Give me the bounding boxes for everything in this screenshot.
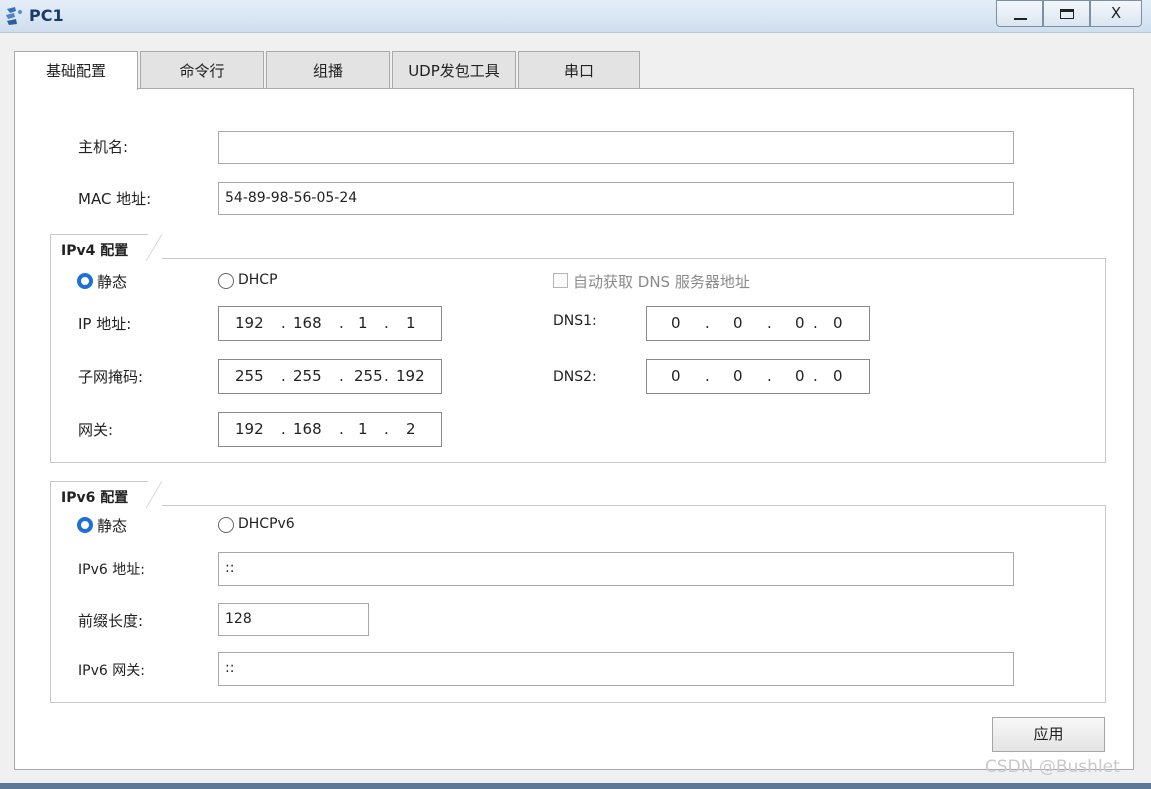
mask-octet-1: 255 — [235, 367, 264, 385]
maximize-button[interactable] — [1043, 0, 1090, 27]
dns1-octet-2: 0 — [733, 314, 743, 332]
auto-dns-label: 自动获取 DNS 服务器地址 — [573, 273, 750, 291]
dns1-input[interactable]: 0 . 0 . 0 . 0 — [646, 306, 870, 341]
ipv4-dhcp-label: DHCP — [238, 272, 278, 288]
dns1-octet-3: 0 — [795, 314, 805, 332]
ip-dot: . — [767, 314, 772, 332]
prefix-length-label: 前缀长度: — [78, 612, 144, 630]
maximize-icon — [1060, 9, 1074, 19]
apply-button[interactable]: 应用 — [992, 717, 1105, 752]
ip-dot: . — [339, 420, 344, 438]
hostname-label: 主机名: — [78, 138, 129, 156]
gw-octet-3: 1 — [358, 420, 368, 438]
hostname-input[interactable] — [218, 131, 1014, 164]
ip-dot: . — [384, 420, 389, 438]
dns1-octet-4: 0 — [833, 314, 843, 332]
ip-dot: . — [705, 314, 710, 332]
ip-dot: . — [384, 314, 389, 332]
ipv4-static-radio[interactable] — [77, 273, 93, 289]
gw-octet-4: 2 — [406, 420, 416, 438]
ipv6-gateway-label: IPv6 网关: — [78, 663, 145, 679]
ipv6-dhcpv6-label: DHCPv6 — [238, 516, 295, 532]
minimize-icon — [1014, 18, 1027, 20]
ip-dot: . — [384, 367, 389, 385]
ipv6-gateway-input[interactable]: :: — [218, 652, 1014, 686]
ip-octet-3: 1 — [358, 314, 368, 332]
gateway-input[interactable]: 192 . 168 . 1 . 2 — [218, 412, 442, 447]
ipv6-group-title-text: IPv6 配置 — [61, 490, 129, 506]
ipv6-address-input[interactable]: :: — [218, 552, 1014, 586]
mac-address-field[interactable]: 54-89-98-56-05-24 — [218, 182, 1014, 215]
gateway-label: 网关: — [78, 421, 114, 439]
ip-dot: . — [813, 314, 818, 332]
tab-udp-tool[interactable]: UDP发包工具 — [392, 51, 516, 89]
ip-dot: . — [767, 367, 772, 385]
mask-octet-3: 255 — [354, 367, 383, 385]
dns2-octet-2: 0 — [733, 367, 743, 385]
window-bottom-edge — [0, 783, 1151, 789]
ip-dot: . — [281, 367, 286, 385]
title-bar: PC1 X — [0, 0, 1151, 33]
minimize-button[interactable] — [996, 0, 1043, 27]
ip-octet-1: 192 — [235, 314, 264, 332]
subnet-mask-label: 子网掩码: — [78, 368, 144, 386]
ipv4-dhcp-radio[interactable] — [218, 273, 234, 289]
prefix-length-input[interactable]: 128 — [218, 603, 369, 636]
ip-dot: . — [281, 314, 286, 332]
ip-address-label: IP 地址: — [78, 315, 132, 333]
gw-octet-1: 192 — [235, 420, 264, 438]
tab-basic-config[interactable]: 基础配置 — [14, 51, 138, 90]
watermark: CSDN @Bushlet — [985, 757, 1120, 777]
tab-serial[interactable]: 串口 — [518, 51, 640, 89]
gw-octet-2: 168 — [293, 420, 322, 438]
dns2-input[interactable]: 0 . 0 . 0 . 0 — [646, 359, 870, 394]
ipv4-group-title: IPv4 配置 — [50, 234, 162, 261]
mask-octet-4: 192 — [396, 367, 425, 385]
ip-address-input[interactable]: 192 . 168 . 1 . 1 — [218, 306, 442, 341]
ip-octet-2: 168 — [293, 314, 322, 332]
dns2-octet-4: 0 — [833, 367, 843, 385]
ipv6-address-label: IPv6 地址: — [78, 562, 145, 578]
dns1-label: DNS1: — [553, 313, 597, 329]
ipv4-group-title-text: IPv4 配置 — [61, 243, 129, 259]
ip-dot: . — [339, 314, 344, 332]
dns2-octet-3: 0 — [795, 367, 805, 385]
group-tab-edge — [146, 234, 162, 261]
ip-octet-4: 1 — [406, 314, 416, 332]
ipv6-group-title: IPv6 配置 — [50, 481, 162, 508]
pc-app-icon — [6, 7, 22, 25]
ip-dot: . — [281, 420, 286, 438]
subnet-mask-input[interactable]: 255 . 255 . 255 . 192 — [218, 359, 442, 394]
group-tab-edge — [146, 481, 162, 508]
auto-dns-checkbox[interactable] — [553, 273, 568, 288]
ipv6-static-radio[interactable] — [77, 517, 93, 533]
mask-octet-2: 255 — [293, 367, 322, 385]
dns1-octet-1: 0 — [671, 314, 681, 332]
ipv6-dhcpv6-radio[interactable] — [218, 517, 234, 533]
ip-dot: . — [705, 367, 710, 385]
close-button[interactable]: X — [1090, 0, 1142, 27]
ip-dot: . — [813, 367, 818, 385]
window-title: PC1 — [29, 6, 64, 25]
ipv6-static-label: 静态 — [97, 517, 128, 535]
ipv4-static-label: 静态 — [97, 273, 128, 291]
dns2-label: DNS2: — [553, 369, 597, 385]
tab-command-line[interactable]: 命令行 — [140, 51, 264, 89]
dns2-octet-1: 0 — [671, 367, 681, 385]
mac-label: MAC 地址: — [78, 190, 152, 208]
tab-multicast[interactable]: 组播 — [266, 51, 390, 89]
ip-dot: . — [339, 367, 344, 385]
